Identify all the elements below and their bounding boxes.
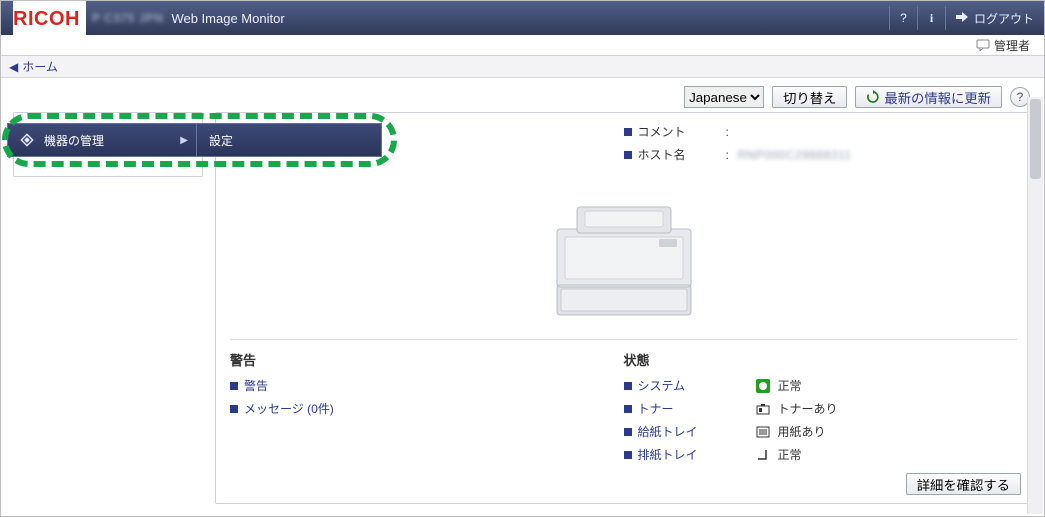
status-text: トナーあり <box>778 400 1018 417</box>
breadcrumb-home[interactable]: ホーム <box>22 58 58 75</box>
alerts-link[interactable]: 警告 <box>244 377 268 394</box>
body: ■■■■■■■■■■ コメント : ホスト名 : RNP000C2988831 <box>1 112 1044 516</box>
nav-settings[interactable]: 設定 <box>197 123 382 157</box>
help-button[interactable]: ? <box>889 6 917 30</box>
logout-icon <box>954 11 968 26</box>
printer-icon <box>549 189 699 319</box>
main-panel: ■■■■■■■■■■ コメント : ホスト名 : RNP000C2988831 <box>215 112 1032 504</box>
status-link[interactable]: 排紙トレイ <box>638 446 698 463</box>
model-name: P C375 JPN <box>92 11 164 25</box>
status-link[interactable]: システム <box>638 377 686 394</box>
bullet-icon <box>624 128 632 136</box>
switch-button[interactable]: 切り替え <box>772 86 847 108</box>
info-button[interactable]: i <box>917 6 945 30</box>
comment-icon <box>976 39 990 51</box>
chevron-right-icon: ▶ <box>180 135 188 146</box>
logout-label: ログアウト <box>974 10 1034 27</box>
role-bar: 管理者 <box>1 35 1044 56</box>
app-window: RICOH P C375 JPN Web Image Monitor ? i ロ… <box>0 0 1045 517</box>
nav-menu-overlay: 機器の管理 ▶ 設定 <box>7 123 382 157</box>
bullet-icon <box>230 382 238 390</box>
chevron-left-icon: ◀ <box>9 60 18 74</box>
vertical-scrollbar[interactable] <box>1027 97 1043 514</box>
printer-image-area <box>216 169 1031 339</box>
header-bar: RICOH P C375 JPN Web Image Monitor ? i ロ… <box>1 1 1044 35</box>
question-icon: ? <box>1017 90 1024 104</box>
refresh-button[interactable]: 最新の情報に更新 <box>855 86 1002 108</box>
nav-item-label: 機器の管理 <box>44 132 104 149</box>
info-icon: i <box>930 11 933 26</box>
status-column: 状態 システム正常トナートナーあり給紙トレイ用紙あり排紙トレイ正常 <box>624 350 1018 463</box>
help-icon: ? <box>900 11 907 25</box>
logout-button[interactable]: ログアウト <box>945 6 1034 30</box>
language-select[interactable]: Japanese <box>684 86 764 108</box>
status-link[interactable]: 給紙トレイ <box>638 423 698 440</box>
bullet-icon <box>624 405 632 413</box>
comment-label: コメント <box>638 123 726 140</box>
bullet-icon <box>624 151 632 159</box>
brand-logo: RICOH <box>13 1 86 35</box>
host-label: ホスト名 <box>638 146 726 163</box>
refresh-icon <box>866 90 880 104</box>
paper-icon <box>754 424 772 440</box>
bullet-icon <box>624 428 632 436</box>
bullet-icon <box>230 405 238 413</box>
alerts-heading: 警告 <box>230 350 624 369</box>
status-text: 正常 <box>778 446 1018 463</box>
app-name: Web Image Monitor <box>171 11 284 26</box>
host-value: RNP000C29888311 <box>738 148 852 162</box>
nav-device-management[interactable]: 機器の管理 ▶ <box>7 123 197 157</box>
alerts-column: 警告 警告 メッセージ (0件) <box>230 350 624 463</box>
toner-icon <box>754 401 772 417</box>
bullet-icon <box>624 451 632 459</box>
messages-link[interactable]: メッセージ (0件) <box>244 400 334 417</box>
bullet-icon <box>624 382 632 390</box>
output-icon <box>754 447 772 463</box>
toolbar: Japanese 切り替え 最新の情報に更新 ? <box>1 78 1044 112</box>
status-link[interactable]: トナー <box>638 400 674 417</box>
diamond-icon <box>18 131 36 149</box>
scrollbar-thumb[interactable] <box>1030 99 1041 179</box>
sidebar <box>13 112 203 504</box>
breadcrumb: ◀ ホーム <box>1 56 1044 78</box>
detail-button[interactable]: 詳細を確認する <box>906 473 1021 495</box>
status-area: 警告 警告 メッセージ (0件) 状態 システム正常トナートナーあり給紙トレイ用… <box>216 340 1031 469</box>
ok-green-icon <box>754 378 772 394</box>
status-text: 用紙あり <box>778 423 1018 440</box>
status-heading: 状態 <box>624 350 1018 369</box>
role-label: 管理者 <box>994 37 1030 54</box>
nav-sub-label: 設定 <box>209 132 233 149</box>
status-text: 正常 <box>778 377 1018 394</box>
